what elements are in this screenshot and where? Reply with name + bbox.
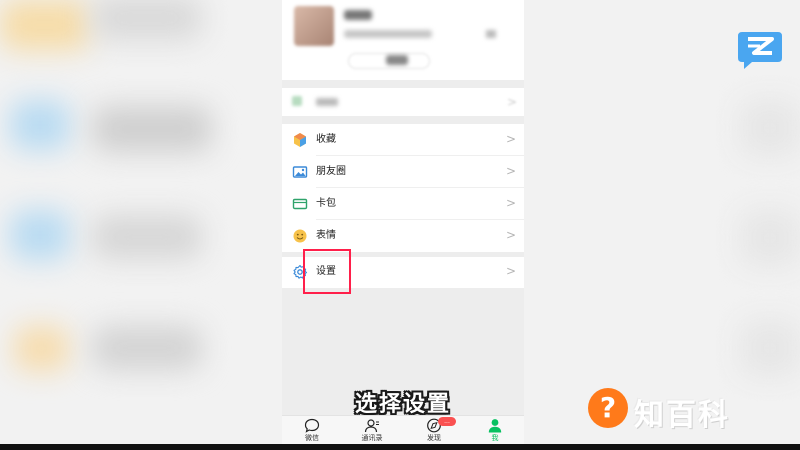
menu-item-label: 卡包 xyxy=(316,198,336,209)
me-person-icon xyxy=(488,419,502,433)
blurred-shape xyxy=(10,210,70,260)
chevron-right-icon: > xyxy=(505,196,516,210)
chevron-right-icon: > xyxy=(507,95,518,109)
blurred-shape xyxy=(10,100,70,150)
menu-item-stickers[interactable]: 表情 > xyxy=(282,220,524,252)
menu-item-label: 朋友圈 xyxy=(316,166,346,177)
blurred-shape xyxy=(92,215,202,259)
chevron-right-icon: > xyxy=(505,228,516,242)
settings-highlight-box xyxy=(303,249,351,294)
qr-code-icon[interactable] xyxy=(486,30,496,38)
blurred-shape xyxy=(740,100,800,156)
card-wallet-icon xyxy=(292,198,308,210)
profile-header[interactable] xyxy=(282,0,524,80)
zhi-baike-watermark: ? 知百科 xyxy=(588,386,798,434)
tab-me[interactable]: 我 xyxy=(475,418,515,443)
logo-mark: ? xyxy=(599,391,617,424)
phone-screen: > 收藏 > 朋友圈 > 卡包 > 表情 > 设置 > xyxy=(282,0,524,444)
menu-group: 收藏 > 朋友圈 > 卡包 > 表情 > xyxy=(282,124,524,252)
menu-item-label: 收藏 xyxy=(316,134,336,145)
video-subtitle: 选择设置 xyxy=(354,392,451,417)
tab-label: 发现 xyxy=(427,434,441,442)
wechat-id-blurred xyxy=(344,30,432,38)
chevron-right-icon: > xyxy=(505,264,516,278)
menu-item-label: 表情 xyxy=(316,230,336,241)
tab-label: 我 xyxy=(491,434,499,442)
chat-bubble-icon xyxy=(304,418,320,433)
blurred-shape xyxy=(740,210,800,266)
services-label-blurred xyxy=(316,98,338,106)
sticker-smile-icon xyxy=(293,229,307,243)
tab-chats[interactable]: 微信 xyxy=(292,418,332,443)
blurred-shape xyxy=(92,106,212,152)
chevron-right-icon: > xyxy=(505,132,516,146)
tab-label: 通讯录 xyxy=(361,434,383,442)
contacts-icon xyxy=(364,419,379,433)
moments-picture-icon xyxy=(292,166,308,178)
blurred-shape xyxy=(740,320,800,376)
status-blurred xyxy=(386,55,408,65)
brand-text: 知百科 xyxy=(634,398,730,433)
menu-item-favorites[interactable]: 收藏 > xyxy=(282,124,524,156)
avatar[interactable] xyxy=(294,6,334,46)
tab-discover[interactable]: ... 发现 xyxy=(414,417,456,443)
tab-label: 微信 xyxy=(305,434,319,442)
zhi-z-logo-icon xyxy=(738,32,782,69)
blurred-shape xyxy=(0,0,90,50)
tab-contacts[interactable]: 通讯录 xyxy=(352,418,392,443)
chevron-right-icon: > xyxy=(505,164,516,178)
services-icon xyxy=(292,96,302,106)
blurred-shape xyxy=(92,0,202,40)
blurred-shape xyxy=(92,326,202,370)
nickname-blurred xyxy=(344,10,372,20)
services-row[interactable]: > xyxy=(282,88,524,116)
notification-badge: ... xyxy=(438,417,456,426)
favorites-cube-icon xyxy=(294,133,306,147)
bottom-tab-bar: 微信 通讯录 ... 发现 我 xyxy=(282,415,524,445)
menu-item-moments[interactable]: 朋友圈 > xyxy=(282,156,524,188)
menu-item-cards[interactable]: 卡包 > xyxy=(282,188,524,220)
bottom-letterbox xyxy=(0,444,800,450)
blurred-shape xyxy=(14,326,69,371)
